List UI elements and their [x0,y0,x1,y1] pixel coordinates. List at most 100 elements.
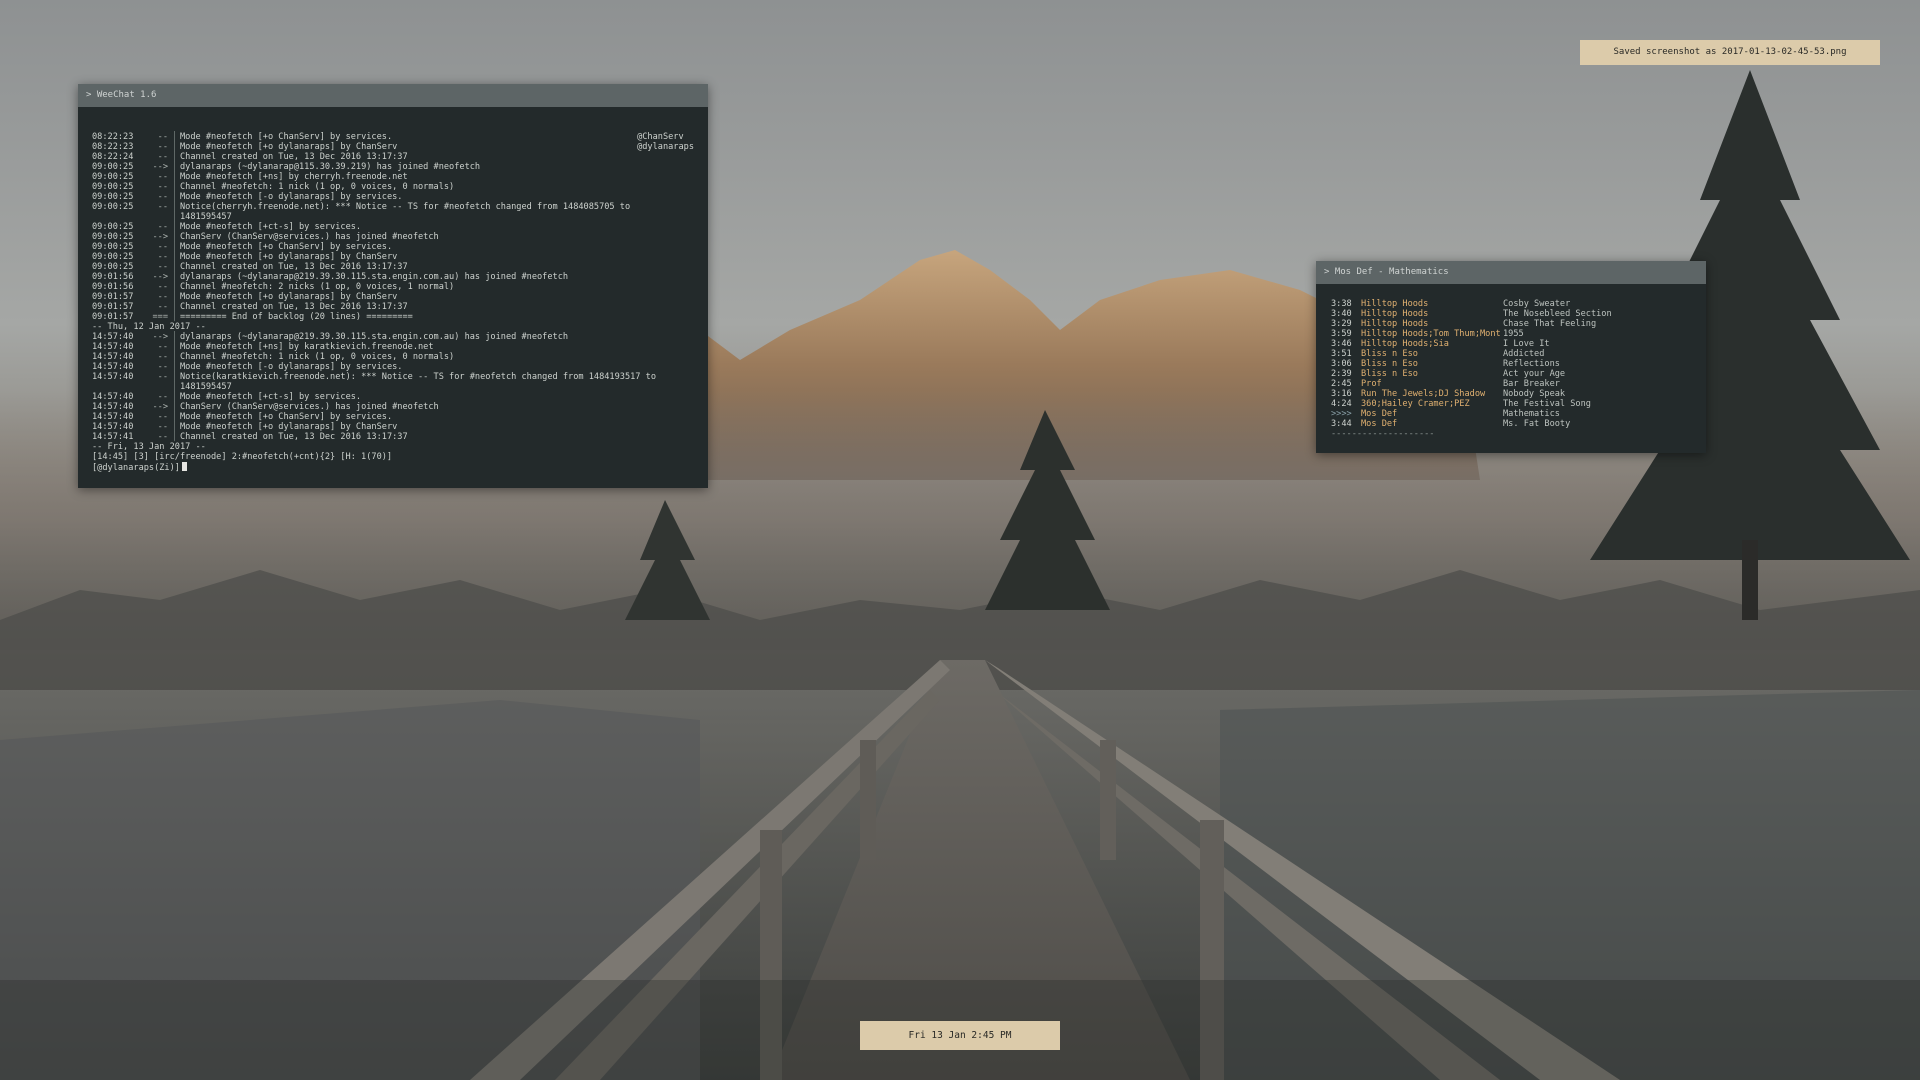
chat-message: Notice(karatkievich.freenode.net): *** N… [180,372,656,382]
track-duration: 3:38 [1331,299,1352,309]
chat-line: 09:01:56 -- │ Channel #neofetch: 2 nicks (1… [92,282,692,292]
chat-message: Mode #neofetch [+ns] by cherryh.freenode… [180,172,408,182]
playlist-item[interactable]: 2:45 Prof Bar Breaker [1331,379,1696,389]
chat-separator: │ [172,292,178,302]
chat-line: 09:00:25 -- │ Mode #neofetch [-o dylanaraps… [92,192,692,202]
chat-message: Channel created on Tue, 13 Dec 2016 13:1… [180,302,408,312]
chat-prefix: -- [157,362,168,372]
chat-message: Channel created on Tue, 13 Dec 2016 13:1… [180,262,408,272]
chat-prefix: -- [157,432,168,442]
chat-message: Mode #neofetch [+ct-s] by services. [180,392,362,402]
chat-message: Mode #neofetch [+o ChanServ] by services… [180,242,393,252]
chat-message: Channel #neofetch: 1 nick (1 op, 0 voice… [180,182,455,192]
chat-message: Mode #neofetch [+o dylanaraps] by ChanSe… [180,422,398,432]
chat-separator: │ [172,272,178,282]
music-player-window[interactable]: > Mos Def - Mathematics 3:38 Hilltop Hood… [1316,261,1706,453]
chat-prefix: -- [157,152,168,162]
chat-separator: │ [172,342,178,352]
chat-prefix: -- [157,192,168,202]
chat-message: 1481595457 [180,382,232,392]
chat-separator: │ [172,182,178,192]
chat-prefix: -- [157,352,168,362]
weechat-window[interactable]: > WeeChat 1.6 @ChanServ @dylanaraps 08:2… [78,84,708,488]
playlist-item[interactable]: 3:38 Hilltop Hoods Cosby Sweater [1331,299,1696,309]
track-duration: >>>> [1331,409,1352,419]
chat-separator: │ [172,422,178,432]
track-duration: 3:59 [1331,329,1352,339]
track-artist: Bliss n Eso [1361,359,1418,369]
weechat-titlebar[interactable]: > WeeChat 1.6 [78,84,708,107]
playlist-item[interactable]: 3:46 Hilltop Hoods;Sia I Love It [1331,339,1696,349]
chat-line: 09:00:25 --> │ dylanaraps (~dylanarap@115.3… [92,162,692,172]
playlist-item[interactable]: 3:59 Hilltop Hoods;Tom Thum;Mont 1955 [1331,329,1696,339]
chat-message: Channel #neofetch: 2 nicks (1 op, 0 voic… [180,282,455,292]
chat-separator: │ [172,142,178,152]
chat-message: -- Fri, 13 Jan 2017 -- [92,442,206,452]
playlist-item[interactable]: 4:24 360;Hailey Cramer;PEZ The Festival So… [1331,399,1696,409]
chat-line: 09:00:25 -- │ Mode #neofetch [+o dylanaraps… [92,252,692,262]
chat-message: ========= End of backlog (20 lines) ====… [180,312,413,322]
chat-separator: │ [172,132,178,142]
text-cursor [181,462,187,471]
chat-prefix: -- [157,132,168,142]
chat-line: 09:00:25 -- │ Channel created on Tue, 13 De… [92,262,692,272]
input-line[interactable]: [@dylanaraps(Zi)] [92,462,692,473]
status-bar: [14:45] [3] [irc/freenode] 2:#neofetch(+… [92,452,692,462]
screenshot-notification: Saved screenshot as 2017-01-13-02-45-53.… [1580,40,1880,65]
playlist-item[interactable]: 3:51 Bliss n Eso Addicted [1331,349,1696,359]
playlist-item-now-playing[interactable]: >>>> Mos Def Mathematics [1331,409,1696,419]
chat-line: 08:22:23 -- │ Mode #neofetch [+o dylanaraps… [92,142,692,152]
playlist-item[interactable]: 3:40 Hilltop Hoods The Nosebleed Section [1331,309,1696,319]
track-artist: Hilltop Hoods;Sia [1361,339,1449,349]
chat-line: 09:01:56 --> │ dylanaraps (~dylanarap@219.3… [92,272,692,282]
chat-prefix: -- [157,202,168,212]
chat-line: 09:01:57 -- │ Channel created on Tue, 13 De… [92,302,692,312]
chat-line: 14:57:40 -- │ Mode #neofetch [+o ChanServ] … [92,412,692,422]
track-artist: Prof [1361,379,1382,389]
chat-prefix: --> [152,232,168,242]
chat-message: Mode #neofetch [+ns] by karatkievich.fre… [180,342,434,352]
chat-separator: │ [172,192,178,202]
playlist-item[interactable]: 3:06 Bliss n Eso Reflections [1331,359,1696,369]
chat-line: 09:01:57 -- │ Mode #neofetch [+o dylanaraps… [92,292,692,302]
chat-prefix: -- [157,422,168,432]
chat-message: Mode #neofetch [+o dylanaraps] by ChanSe… [180,252,398,262]
playlist-item[interactable]: 2:39 Bliss n Eso Act your Age [1331,369,1696,379]
chat-message: Mode #neofetch [-o dylanaraps] by servic… [180,192,403,202]
chat-line: 14:57:41 -- │ Channel created on Tue, 13 De… [92,432,692,442]
chat-prefix: === [152,312,168,322]
track-artist: Bliss n Eso [1361,349,1418,359]
playlist: 3:38 Hilltop Hoods Cosby Sweater 3:40 Hillto… [1331,299,1696,439]
chat-line: 09:00:25 --> │ ChanServ (ChanServ@services.… [92,232,692,242]
chat-line: 09:00:25 -- │ Channel #neofetch: 1 nick (1 … [92,182,692,192]
track-artist: Hilltop Hoods;Tom Thum;Mont [1361,329,1501,339]
chat-prefix: -- [157,372,168,382]
chat-line: 08:22:24 -- │ Channel created on Tue, 13 De… [92,152,692,162]
track-title: Chase That Feeling [1503,319,1597,329]
chat-line: 14:57:40 -- │ Mode #neofetch [-o dylanaraps… [92,362,692,372]
chat-line: 14:57:40 -- │ Mode #neofetch [+ns] by karat… [92,342,692,352]
chat-message: dylanaraps (~dylanarap@115.30.39.219) ha… [180,162,481,172]
chat-separator: │ [172,212,178,222]
chat-message: Mode #neofetch [+o ChanServ] by services… [180,132,393,142]
chat-separator: │ [172,352,178,362]
chat-prefix: -- [157,182,168,192]
input-prompt: [@dylanaraps(Zi)] [92,463,180,473]
chat-separator: │ [172,172,178,182]
music-titlebar[interactable]: > Mos Def - Mathematics [1316,261,1706,284]
track-title: Cosby Sweater [1503,299,1571,309]
chat-separator: │ [172,152,178,162]
track-artist: Run The Jewels;DJ Shadow [1361,389,1486,399]
chat-line: 14:57:40 -- │ Notice(karatkievich.freenode.… [92,372,692,382]
chat-prefix: -- [157,412,168,422]
playlist-item[interactable]: 3:44 Mos Def Ms. Fat Booty [1331,419,1696,429]
chat-prefix: -- [157,282,168,292]
chat-prefix: -- [157,172,168,182]
chat-line: 14:57:40 --> │ dylanaraps (~dylanarap@219.3… [92,332,692,342]
playlist-item[interactable]: 3:29 Hilltop Hoods Chase That Feeling [1331,319,1696,329]
playlist-item[interactable]: 3:16 Run The Jewels;DJ Shadow Nobody Speak [1331,389,1696,399]
track-title: Mathematics [1503,409,1560,419]
chat-message: dylanaraps (~dylanarap@219.39.30.115.sta… [180,332,569,342]
chat-buffer: 08:22:23 -- │ Mode #neofetch [+o ChanServ] … [92,132,692,482]
chat-separator: │ [172,402,178,412]
